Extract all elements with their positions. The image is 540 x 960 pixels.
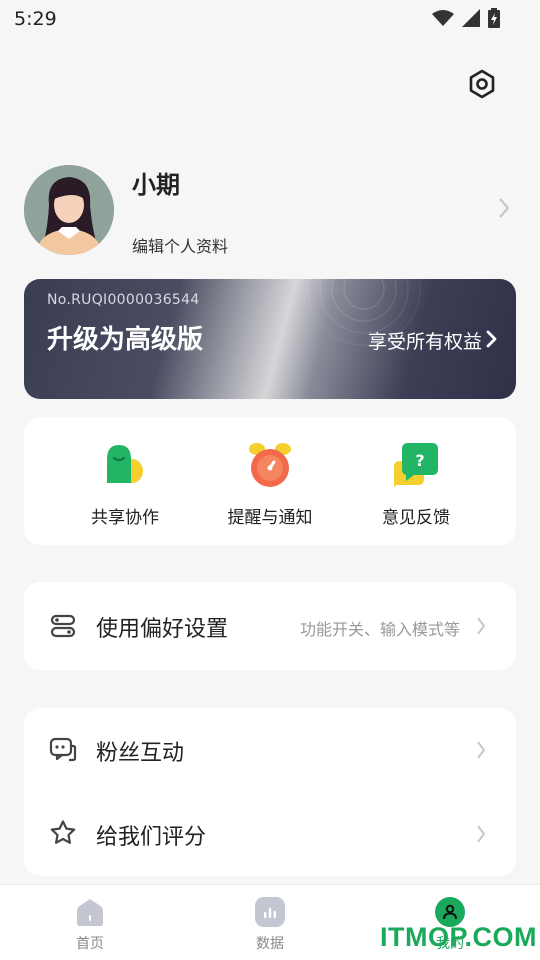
watermark: ITMOP.COM xyxy=(380,922,538,952)
profile-section[interactable]: 小期 编辑个人资料 xyxy=(24,165,516,257)
premium-benefits-link[interactable]: 享受所有权益 xyxy=(368,327,482,354)
social-card: 粉丝互动 给我们评分 xyxy=(24,708,516,876)
home-icon xyxy=(75,897,105,927)
share-collab-icon xyxy=(101,441,149,489)
preferences-hint: 功能开关、输入模式等 xyxy=(299,620,460,639)
quick-action-label: 意见反馈 xyxy=(382,508,450,528)
star-icon xyxy=(48,818,78,848)
status-time: 5:29 xyxy=(14,8,57,30)
alarm-clock-icon xyxy=(246,441,294,489)
preferences-row[interactable]: 使用偏好设置 功能开关、输入模式等 xyxy=(24,582,516,670)
data-chart-icon xyxy=(255,897,285,927)
chevron-right-icon xyxy=(477,825,486,843)
membership-number: No.RUQI0000036544 xyxy=(47,292,200,308)
quick-action-label: 共享协作 xyxy=(91,508,159,528)
status-icons xyxy=(432,8,500,28)
avatar-illustration xyxy=(24,165,114,255)
svg-text:?: ? xyxy=(415,451,424,470)
avatar[interactable] xyxy=(24,165,114,255)
nav-label: 首页 xyxy=(76,936,104,952)
nav-label: 数据 xyxy=(256,936,284,952)
battery-icon xyxy=(488,8,500,28)
rate-us-label: 给我们评分 xyxy=(96,825,207,850)
chevron-right-icon xyxy=(499,198,510,218)
preferences-label: 使用偏好设置 xyxy=(96,617,229,642)
wifi-icon xyxy=(432,10,454,26)
premium-title: 升级为高级版 xyxy=(47,325,204,355)
feedback-chat-icon: ? xyxy=(392,441,440,489)
nav-data[interactable]: 数据 xyxy=(230,897,310,953)
nav-home[interactable]: 首页 xyxy=(50,897,130,953)
cellular-signal-icon xyxy=(462,9,480,27)
quick-action-label: 提醒与通知 xyxy=(227,508,313,528)
quick-actions-card: 共享协作 提醒与通知 ? 意见反馈 xyxy=(24,417,516,545)
quick-action-feedback[interactable]: ? 意见反馈 xyxy=(346,441,486,528)
settings-button[interactable] xyxy=(466,68,498,100)
chat-bubble-icon xyxy=(48,735,78,765)
status-bar: 5:29 xyxy=(0,0,540,38)
edit-profile-link[interactable]: 编辑个人资料 xyxy=(132,233,228,257)
chevron-right-icon xyxy=(477,617,486,635)
fan-interaction-label: 粉丝互动 xyxy=(96,741,185,766)
profile-name: 小期 xyxy=(132,171,180,199)
toggle-settings-icon xyxy=(48,611,78,641)
chevron-right-icon xyxy=(486,330,497,348)
gear-icon xyxy=(469,69,495,99)
fan-interaction-row[interactable]: 粉丝互动 xyxy=(24,708,516,792)
premium-upgrade-card[interactable]: No.RUQI0000036544 升级为高级版 享受所有权益 xyxy=(24,279,516,399)
quick-action-share[interactable]: 共享协作 xyxy=(55,441,195,528)
quick-action-reminder[interactable]: 提醒与通知 xyxy=(200,441,340,528)
chevron-right-icon xyxy=(477,741,486,759)
rate-us-row[interactable]: 给我们评分 xyxy=(24,792,516,876)
